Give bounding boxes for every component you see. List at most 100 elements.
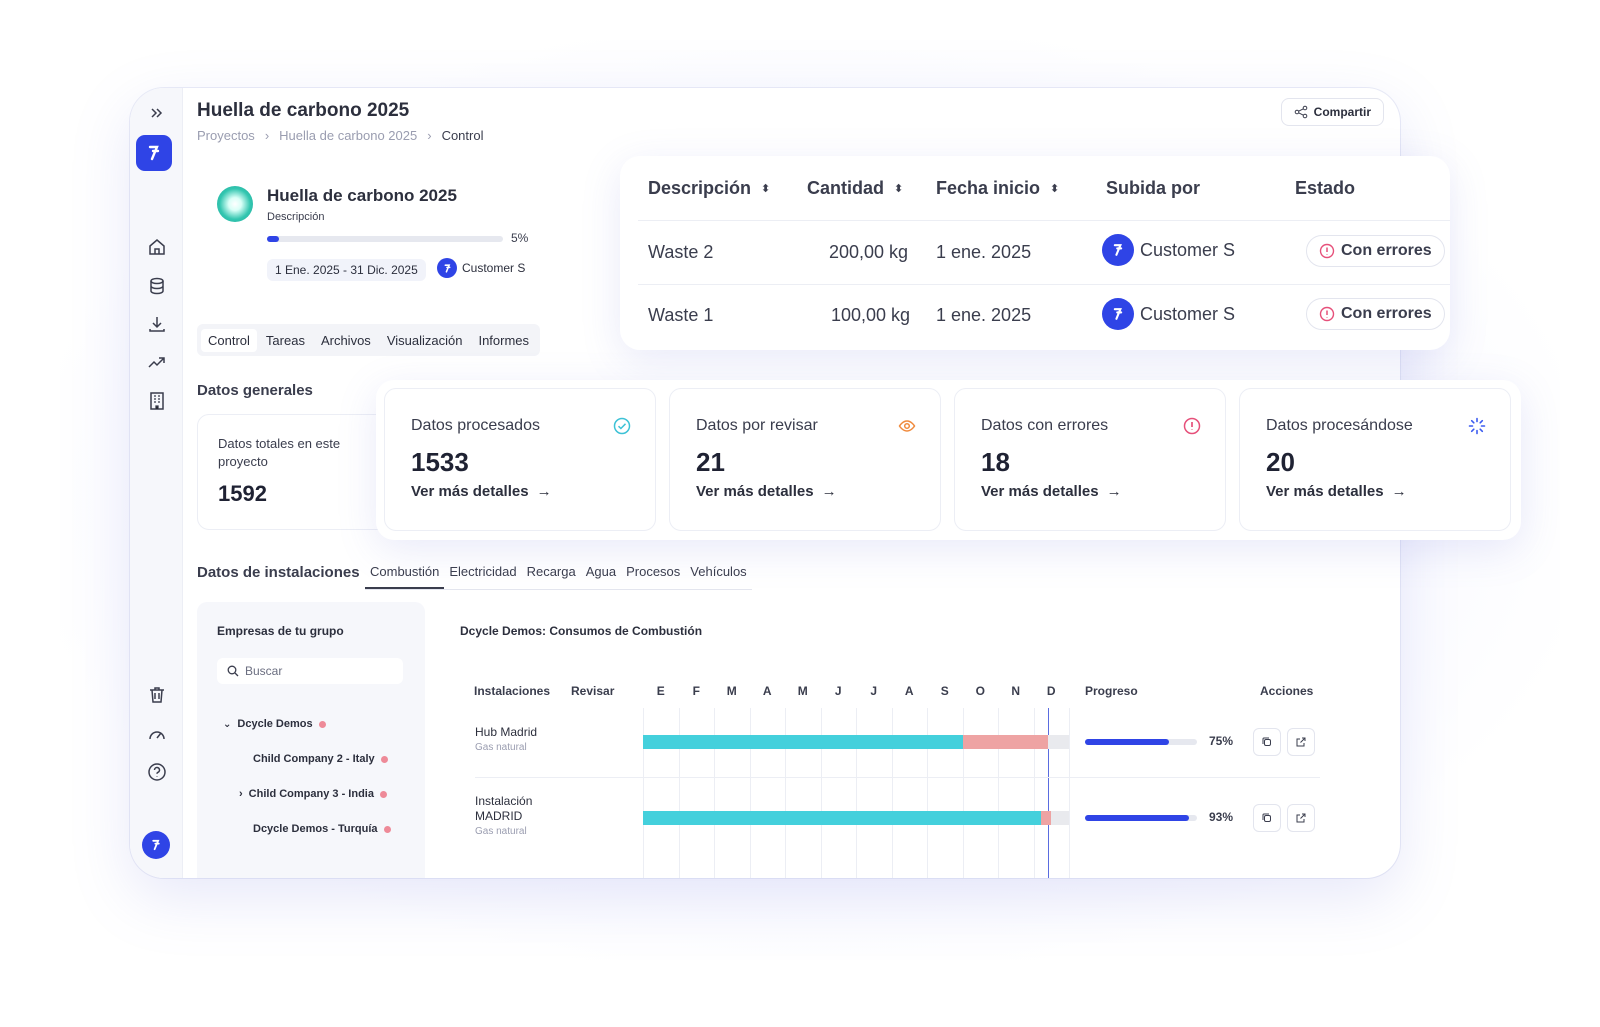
stat-details-link[interactable]: Ver más detalles → — [411, 483, 552, 500]
stat-link-label: Ver más detalles — [1266, 483, 1384, 500]
breadcrumb-item[interactable]: Proyectos — [197, 128, 255, 143]
page-title: Huella de carbono 2025 — [197, 100, 410, 121]
tab-tareas[interactable]: Tareas — [259, 329, 312, 352]
chevron-right-icon[interactable]: › — [239, 788, 243, 800]
month-header: E — [656, 684, 665, 698]
grid-line — [785, 708, 786, 878]
tab-electricidad[interactable]: Electricidad — [444, 562, 521, 589]
copy-icon — [1262, 737, 1271, 746]
open-external-button[interactable] — [1287, 728, 1315, 756]
grid-line — [714, 708, 715, 878]
month-header: M — [726, 684, 737, 698]
tree-item-child-company-2[interactable]: Child Company 2 - Italy — [253, 753, 388, 765]
status-badge[interactable]: Con errores — [1306, 235, 1445, 267]
tab-procesos[interactable]: Procesos — [621, 562, 685, 589]
download-icon[interactable] — [144, 311, 170, 337]
expand-sidebar-icon[interactable] — [144, 100, 170, 126]
breadcrumb-item[interactable]: Huella de carbono 2025 — [279, 128, 417, 143]
facility-progress-value: 75% — [1209, 734, 1234, 748]
app-logo-icon[interactable] — [136, 135, 172, 171]
stat-link-label: Ver más detalles — [981, 483, 1099, 500]
grid-line — [643, 708, 644, 878]
chevron-down-icon[interactable]: ⌄ — [223, 719, 231, 730]
facility-row-instalacion-madrid: Instalación MADRID Gas natural — [475, 794, 555, 839]
stat-details-link[interactable]: Ver más detalles → — [696, 483, 837, 500]
grid-line — [998, 708, 999, 878]
stat-card-processing[interactable]: Datos procesándose 20 Ver más detalles → — [1239, 388, 1511, 531]
building-icon[interactable] — [144, 388, 170, 414]
stat-card-errors[interactable]: Datos con errores 18 Ver más detalles → — [954, 388, 1226, 531]
stat-details-link[interactable]: Ver más detalles → — [981, 483, 1122, 500]
gauge-icon[interactable] — [144, 721, 170, 747]
tab-control[interactable]: Control — [201, 328, 257, 352]
tab-agua[interactable]: Agua — [581, 562, 621, 589]
complete-segment — [643, 811, 1041, 825]
tree-item-child-company-3[interactable]: › Child Company 3 - India — [239, 788, 387, 800]
col-header-quantity[interactable]: Cantidad ⬍ — [807, 178, 903, 199]
alert-circle-icon — [1319, 306, 1335, 322]
database-icon[interactable] — [144, 273, 170, 299]
spinner-icon — [1468, 417, 1486, 435]
error-dot — [318, 720, 326, 728]
search-icon — [227, 665, 239, 677]
facility-progress-bar — [1085, 815, 1197, 821]
open-external-button[interactable] — [1287, 804, 1315, 832]
breadcrumb-current: Control — [441, 128, 484, 143]
month-header: J — [834, 684, 842, 698]
general-data-heading: Datos generales — [197, 382, 313, 399]
help-icon[interactable] — [144, 759, 170, 785]
trash-icon[interactable] — [144, 682, 170, 708]
stat-value: 1533 — [411, 447, 469, 477]
tab-vehiculos[interactable]: Vehículos — [685, 562, 751, 589]
status-label: Con errores — [1341, 305, 1432, 322]
consumption-table-title: Dcycle Demos: Consumos de Combustión — [460, 624, 703, 638]
tab-visualizacion[interactable]: Visualización — [380, 329, 470, 352]
share-button[interactable]: Compartir — [1280, 98, 1384, 126]
facility-progress-fill — [1085, 815, 1190, 821]
search-input[interactable]: Buscar — [217, 658, 403, 684]
tab-informes[interactable]: Informes — [471, 329, 536, 352]
tree-item-dcycle-demos[interactable]: ⌄ Dcycle Demos — [223, 718, 326, 730]
facility-type: Gas natural — [475, 826, 527, 837]
row-divider — [638, 220, 1450, 221]
sort-icon[interactable]: ⬍ — [761, 182, 770, 195]
upload-date: 1 ene. 2025 — [936, 242, 1032, 262]
facility-progress-value: 93% — [1209, 810, 1234, 824]
group-companies-panel: Empresas de tu grupo Buscar ⌄ Dcycle Dem… — [197, 602, 425, 878]
user-avatar-icon[interactable] — [142, 831, 170, 859]
stat-link-label: Ver más detalles — [696, 483, 814, 500]
month-header: J — [870, 684, 878, 698]
facility-timeline-bar — [643, 735, 1069, 749]
grid-line — [856, 708, 857, 878]
sort-icon[interactable]: ⬍ — [1050, 182, 1059, 195]
tab-archivos[interactable]: Archivos — [314, 329, 378, 352]
stat-title: Datos procesados — [411, 417, 540, 434]
status-badge[interactable]: Con errores — [1306, 298, 1445, 330]
grid-line — [820, 708, 822, 878]
stat-card-processed[interactable]: Datos procesados 1533 Ver más detalles → — [384, 388, 656, 531]
col-header-start-date[interactable]: Fecha inicio ⬍ — [936, 178, 1059, 199]
share-icon — [1294, 105, 1307, 119]
tree-item-dcycle-demos-turquia[interactable]: Dcycle Demos - Turquía — [253, 823, 391, 835]
error-segment — [962, 735, 1048, 749]
stat-value: 20 — [1266, 447, 1295, 477]
copy-button[interactable] — [1253, 804, 1281, 832]
tab-combustion[interactable]: Combustión — [365, 562, 445, 589]
col-header-description[interactable]: Descripción ⬍ — [648, 178, 770, 199]
stat-details-link[interactable]: Ver más detalles → — [1266, 483, 1407, 500]
sort-icon[interactable]: ⬍ — [894, 182, 903, 195]
col-header-label: Subida por — [1106, 178, 1200, 198]
facilities-heading: Datos de instalaciones — [197, 564, 360, 581]
home-icon[interactable] — [144, 234, 170, 260]
uploads-table-card: Descripción ⬍ Cantidad ⬍ Fecha inicio ⬍ Sub… — [620, 156, 1450, 350]
project-dates: 1 Ene. 2025 - 31 Dic. 2025 — [267, 259, 426, 281]
month-header: F — [692, 684, 700, 698]
stat-card-to-review[interactable]: Datos por revisar 21 Ver más detalles → — [669, 388, 941, 531]
tab-recarga[interactable]: Recarga — [522, 562, 581, 589]
col-header-label: Cantidad — [807, 178, 885, 198]
arrow-right-icon: → — [536, 483, 552, 500]
alert-circle-icon — [1183, 417, 1201, 435]
arrow-right-icon: → — [821, 483, 837, 500]
trending-up-icon[interactable] — [144, 350, 170, 376]
copy-button[interactable] — [1253, 728, 1281, 756]
